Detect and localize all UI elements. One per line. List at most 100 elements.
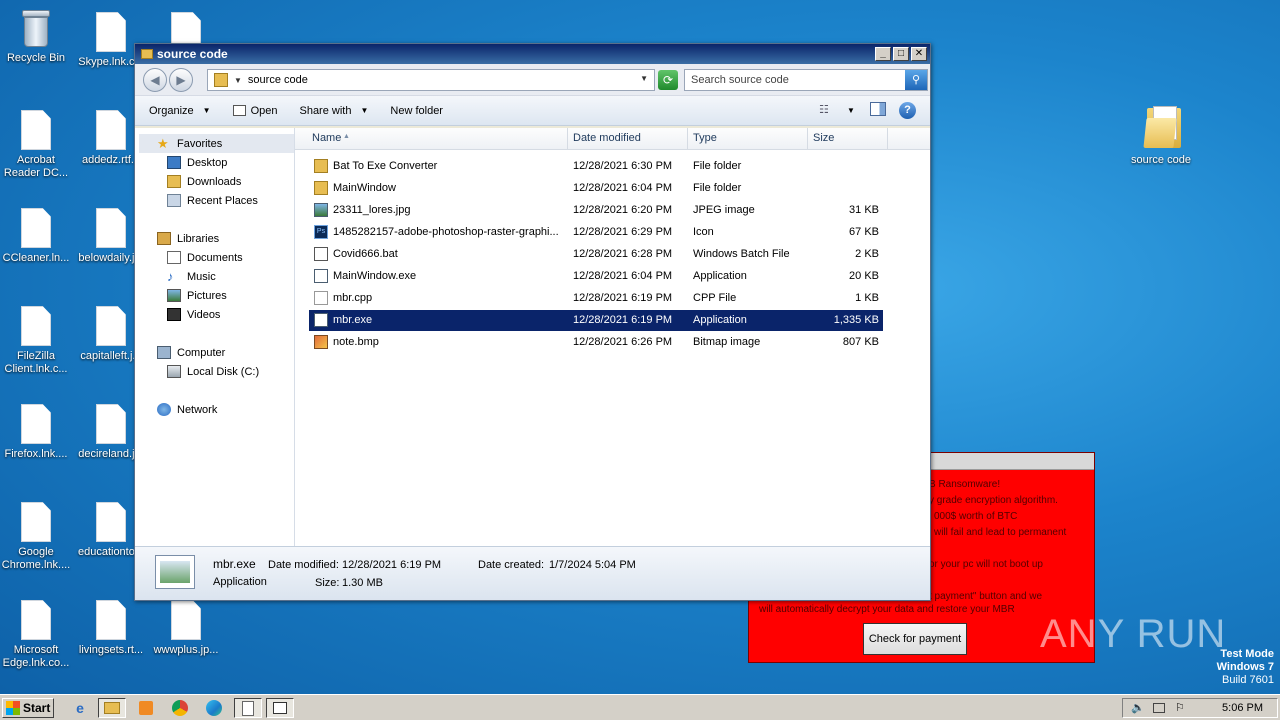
taskbar-chrome-button[interactable] [166, 698, 194, 718]
share-with-button[interactable]: Share with ▼ [285, 105, 376, 117]
folder-icon [314, 159, 328, 173]
file-date: 12/28/2021 6:20 PM [573, 204, 673, 216]
file-row[interactable]: mbr.cpp 12/28/2021 6:19 PM CPP File 1 KB [309, 288, 883, 309]
taskbar-window-button[interactable] [266, 698, 294, 718]
desktop-icon-label: livingsets.rt... [78, 644, 144, 656]
videos-icon [167, 308, 181, 321]
desktop-icon-ccleaner[interactable]: CCleaner.ln... [0, 208, 74, 265]
nav-recent-places[interactable]: Recent Places [167, 194, 258, 207]
nav-videos[interactable]: Videos [167, 308, 220, 321]
file-row[interactable]: Bat To Exe Converter 12/28/2021 6:30 PM … [309, 156, 883, 177]
forward-button[interactable]: ▶ [169, 67, 193, 92]
file-date: 12/28/2021 6:04 PM [573, 270, 673, 282]
details-file-type: Application [213, 576, 267, 588]
volume-icon[interactable]: 🔈 [1131, 701, 1145, 714]
column-size[interactable]: Size [813, 132, 834, 144]
network-icon [157, 403, 171, 416]
column-date-modified[interactable]: Date modified [573, 132, 641, 144]
file-row[interactable]: MainWindow 12/28/2021 6:04 PM File folde… [309, 178, 883, 199]
file-size: 1 KB [855, 292, 879, 304]
search-input[interactable]: Search source code ⚲ [684, 69, 928, 91]
nav-pictures[interactable]: Pictures [167, 289, 227, 302]
start-label: Start [23, 701, 51, 715]
refresh-button[interactable]: ⟳ [658, 70, 678, 90]
network-tray-icon[interactable] [1153, 703, 1165, 713]
image-file-icon [314, 203, 328, 217]
nav-downloads[interactable]: Downloads [167, 175, 241, 188]
nav-music[interactable]: ♪ Music [167, 270, 216, 283]
desktop-icon-acrobat[interactable]: Acrobat Reader DC... [0, 110, 74, 180]
column-name[interactable]: Name [312, 132, 341, 144]
start-button[interactable]: Start [2, 698, 54, 718]
nav-computer[interactable]: Computer [157, 346, 225, 359]
desktop-icon-firefox[interactable]: Firefox.lnk.... [0, 404, 74, 461]
documents-icon [167, 251, 181, 264]
open-button[interactable]: Open [219, 105, 286, 117]
desktop-icon-label: source code [1131, 154, 1191, 166]
application-icon [314, 269, 328, 283]
folder-icon [1143, 104, 1181, 150]
help-icon[interactable]: ? [899, 102, 916, 119]
explorer-titlebar[interactable]: source code [135, 44, 930, 64]
breadcrumb-current[interactable]: source code [248, 74, 308, 86]
nav-libraries[interactable]: Libraries [157, 232, 219, 245]
desktop-icon-label: Microsoft Edge.lnk.co... [2, 644, 70, 669]
nav-label: Computer [177, 346, 226, 359]
address-bar[interactable]: ▼ source code ▼ [207, 69, 655, 91]
desktop-icon-recycle-bin[interactable]: Recycle Bin [0, 8, 74, 65]
minimize-button[interactable]: _ [875, 47, 891, 61]
desktop-icon-livingsets[interactable]: livingsets.rt... [73, 600, 149, 657]
file-size: 807 KB [842, 336, 879, 348]
action-center-flag-icon[interactable]: ⚐ [1175, 701, 1185, 714]
search-icon[interactable]: ⚲ [905, 70, 927, 90]
back-button[interactable]: ◀ [143, 67, 167, 92]
new-folder-label: New folder [390, 104, 443, 117]
document-icon [95, 306, 127, 346]
desktop-icon-filezilla[interactable]: FileZilla Client.lnk.c... [0, 306, 74, 376]
desktop-icon-chrome[interactable]: Google Chrome.lnk.... [0, 502, 74, 572]
nav-desktop[interactable]: Desktop [167, 156, 227, 169]
file-row-selected[interactable]: mbr.exe 12/28/2021 6:19 PM Application 1… [309, 310, 883, 331]
file-list[interactable]: Name ▲ Date modified Type Size Bat To Ex… [295, 128, 930, 546]
clock[interactable]: 5:06 PM [1222, 702, 1263, 714]
taskbar-document-button[interactable] [234, 698, 262, 718]
file-name: mbr.exe [333, 314, 373, 326]
explorer-window[interactable]: source code _ □ ✕ ◀ ▶ ▼ source code ▼ ⟳ … [134, 43, 931, 601]
nav-documents[interactable]: Documents [167, 251, 243, 264]
desktop-icon-wwwplus[interactable]: wwwplus.jp... [148, 600, 224, 657]
taskbar-edge-button[interactable] [200, 698, 228, 718]
check-payment-button[interactable]: Check for payment [863, 623, 967, 655]
desktop-icon-source-code[interactable]: source code [1123, 104, 1199, 167]
file-row[interactable]: 23311_lores.jpg 12/28/2021 6:20 PM JPEG … [309, 200, 883, 221]
file-date: 12/28/2021 6:30 PM [573, 160, 673, 172]
address-toolbar: ◀ ▶ ▼ source code ▼ ⟳ Search source code… [135, 64, 930, 96]
document-icon [20, 404, 52, 444]
nav-local-disk[interactable]: Local Disk (C:) [167, 365, 259, 378]
chevron-down-icon[interactable]: ▼ [847, 106, 855, 115]
taskbar-media-player-button[interactable] [132, 698, 160, 718]
view-options-icon[interactable]: ☷ [819, 103, 829, 116]
breadcrumb-arrow-icon[interactable]: ▼ [234, 76, 242, 85]
new-folder-button[interactable]: New folder [376, 105, 451, 117]
preview-pane-icon[interactable] [870, 102, 886, 116]
file-row[interactable]: Covid666.bat 12/28/2021 6:28 PM Windows … [309, 244, 883, 265]
file-row[interactable]: MainWindow.exe 12/28/2021 6:04 PM Applic… [309, 266, 883, 287]
file-row[interactable]: Ps 1485282157-adobe-photoshop-raster-gra… [309, 222, 883, 243]
desktop-icon-edge[interactable]: Microsoft Edge.lnk.co... [0, 600, 74, 670]
nav-label: Recent Places [187, 194, 258, 207]
nav-favorites[interactable]: ★ Favorites [157, 137, 222, 150]
file-size: 20 KB [849, 270, 879, 282]
test-mode-watermark: Test Mode Windows 7 Build 7601 [1217, 648, 1274, 687]
taskbar-ie-button[interactable]: e [66, 698, 94, 718]
address-dropdown-icon[interactable]: ▼ [640, 74, 648, 83]
column-type[interactable]: Type [693, 132, 717, 144]
maximize-button[interactable]: □ [893, 47, 909, 61]
organize-label: Organize [149, 104, 194, 117]
nav-network[interactable]: Network [157, 403, 217, 416]
open-label: Open [250, 104, 278, 117]
close-button[interactable]: ✕ [911, 47, 927, 61]
taskbar-explorer-button[interactable] [98, 698, 126, 718]
file-row[interactable]: note.bmp 12/28/2021 6:26 PM Bitmap image… [309, 332, 883, 353]
file-name: 23311_lores.jpg [333, 204, 411, 216]
organize-button[interactable]: Organize ▼ [135, 105, 219, 117]
